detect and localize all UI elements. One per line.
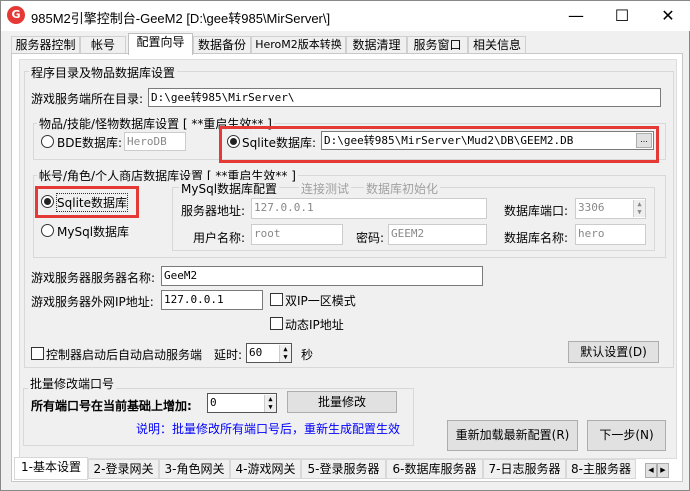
bottom-tab-login-server[interactable]: 5-登录服务器 [301, 459, 386, 479]
port-value: 3306 [578, 201, 605, 214]
group-batch-port-label: 批量修改端口号 [28, 375, 117, 392]
dbname-input[interactable]: hero [575, 224, 646, 245]
increment-label: 所有端口号在当前基础上增加: [31, 399, 192, 413]
tab-data-cleanup[interactable]: 数据清理 [346, 36, 407, 54]
maximize-button[interactable]: ☐ [599, 1, 645, 31]
group-program-dir-label: 程序目录及物品数据库设置 [29, 64, 178, 81]
password-input[interactable]: GEEM2 [388, 224, 487, 245]
db-init-link[interactable]: 数据库初始化 [364, 180, 441, 197]
app-logo-icon: G [7, 6, 25, 24]
delay-spinner[interactable]: ▲ ▼ [279, 345, 291, 362]
sqlite-items-radio[interactable] [227, 135, 240, 148]
bottom-tab-basic[interactable]: 1-基本设置 [14, 457, 88, 480]
tab-service-window[interactable]: 服务窗口 [407, 36, 468, 54]
mysql-radio[interactable] [41, 224, 54, 237]
user-input[interactable]: root [251, 224, 343, 245]
dual-ip-checkbox[interactable] [270, 293, 283, 306]
server-name-label: 游戏服务器服务器名称: [31, 271, 156, 285]
password-label: 密码: [356, 231, 385, 245]
delay-input[interactable]: 60 ▲ ▼ [246, 343, 292, 363]
delay-value: 60 [249, 346, 263, 359]
dbname-label: 数据库名称: [504, 231, 569, 245]
tab-data-backup[interactable]: 数据备份 [193, 36, 251, 54]
host-label: 服务器地址: [181, 204, 246, 218]
server-dir-label: 游戏服务端所在目录: [31, 92, 144, 106]
server-dir-input[interactable]: D:\gee转985\MirServer\ [148, 88, 661, 107]
ip-label: 游戏服务器外网IP地址: [31, 295, 154, 309]
bde-label: BDE数据库: [57, 136, 123, 150]
dual-ip-label: 双IP一区模式 [285, 294, 356, 308]
increment-value: 0 [210, 396, 217, 409]
sqlite-items-label: Sqlite数据库: [242, 136, 317, 150]
delay-label: 延时: [214, 348, 243, 362]
tab-scroll-right-icon[interactable]: ▶ [657, 463, 669, 478]
bde-input[interactable]: HeroDB [124, 132, 186, 151]
tab-account[interactable]: 帐号 [80, 36, 126, 54]
tab-herom2-convert[interactable]: HeroM2版本转换 [251, 36, 346, 54]
autostart-label: 控制器启动后自动启动服务端 [46, 348, 203, 362]
tab-about[interactable]: 相关信息 [468, 36, 526, 54]
ip-input[interactable]: 127.0.0.1 [161, 290, 263, 310]
user-label: 用户名称: [193, 231, 246, 245]
title-bar: G 985M2引擎控制台-GeeM2 [D:\gee转985\MirServer… [1, 1, 690, 31]
port-input[interactable]: 3306 ▲ ▼ [575, 198, 646, 219]
port-label: 数据库端口: [504, 204, 569, 218]
batch-note: 说明：批量修改所有端口号后，重新生成配置生效 [136, 422, 401, 436]
increment-spinner[interactable]: ▲ ▼ [264, 395, 276, 412]
bottom-tab-game-gate[interactable]: 4-游戏网关 [230, 459, 301, 479]
bottom-tab-log-server[interactable]: 7-日志服务器 [483, 459, 566, 479]
dynamic-ip-checkbox[interactable] [270, 317, 283, 330]
batch-modify-button[interactable]: 批量修改 [287, 391, 397, 413]
app-window: G 985M2引擎控制台-GeeM2 [D:\gee转985\MirServer… [0, 0, 690, 491]
sqlite-path-input[interactable]: D:\gee转985\MirServer\Mud2\DB\GEEM2.DB [321, 131, 654, 150]
next-step-button[interactable]: 下一步(N) [587, 420, 666, 451]
tab-scroll-left-icon[interactable]: ◀ [645, 463, 657, 478]
dynamic-ip-label: 动态IP地址 [285, 318, 344, 332]
seconds-label: 秒 [301, 348, 314, 362]
window-title: 985M2引擎控制台-GeeM2 [D:\gee转985\MirServer\] [31, 11, 331, 26]
bottom-tab-login-gate[interactable]: 2-登录网关 [88, 459, 159, 479]
increment-input[interactable]: 0 ▲ ▼ [207, 393, 277, 413]
bottom-tab-role-gate[interactable]: 3-角色网关 [159, 459, 230, 479]
default-settings-button[interactable]: 默认设置(D) [568, 341, 659, 363]
connection-test-link[interactable]: 连接测试 [299, 180, 352, 197]
close-button[interactable]: ✕ [645, 1, 690, 31]
reload-config-button[interactable]: 重新加载最新配置(R) [447, 420, 578, 451]
tab-config-wizard[interactable]: 配置向导 [128, 33, 193, 55]
bottom-tab-main-server[interactable]: 8-主服务器 [566, 459, 636, 479]
port-spinner[interactable]: ▲ ▼ [633, 200, 645, 217]
bde-radio[interactable] [41, 135, 54, 148]
minimize-button[interactable]: — [553, 1, 599, 31]
browse-button[interactable]: ... [636, 133, 652, 148]
sqlite-account-radio[interactable] [41, 195, 54, 208]
autostart-checkbox[interactable] [31, 347, 44, 360]
host-input[interactable]: 127.0.0.1 [251, 198, 487, 219]
sqlite-account-label: Sqlite数据库 [56, 193, 128, 212]
bottom-tab-db-server[interactable]: 6-数据库服务器 [386, 459, 483, 479]
tab-server-control[interactable]: 服务器控制 [11, 36, 80, 54]
mysql-config-label: MySql数据库配置 [179, 180, 280, 197]
mysql-label: MySql数据库 [57, 225, 130, 239]
server-name-input[interactable]: GeeM2 [161, 266, 483, 286]
